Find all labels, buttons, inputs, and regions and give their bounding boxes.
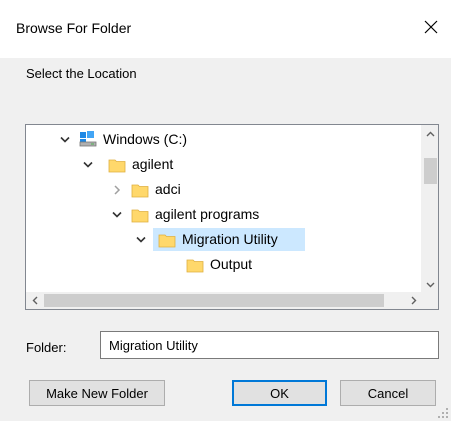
tree-node-label: agilent programs <box>155 206 260 222</box>
folder-label: Folder: <box>26 340 67 355</box>
chevron-down-icon <box>83 161 93 168</box>
resize-grip-icon[interactable] <box>437 407 449 419</box>
drive-icon <box>79 130 97 148</box>
vertical-scroll-thumb[interactable] <box>424 158 437 184</box>
folder-icon <box>186 256 204 274</box>
chevron-left-icon <box>32 296 37 305</box>
folder-icon <box>131 206 149 224</box>
chevron-down-icon <box>112 211 122 218</box>
close-icon <box>424 20 438 34</box>
title-bar: Browse For Folder <box>0 0 451 58</box>
tree-node-migration-utility[interactable]: Migration Utility <box>26 227 422 252</box>
tree-node-label: Output <box>210 256 253 272</box>
tree-node-label: agilent <box>132 156 174 172</box>
expand-toggle[interactable] <box>110 177 124 202</box>
tree-node-windows-c[interactable]: Windows (C:) <box>26 127 422 152</box>
folder-icon <box>131 181 149 199</box>
browse-for-folder-dialog: Browse For Folder Select the Location Wi… <box>0 0 451 421</box>
chevron-up-icon <box>426 131 435 136</box>
folder-icon <box>108 156 126 174</box>
tree-node-output[interactable]: Output <box>26 252 422 277</box>
vertical-scrollbar[interactable] <box>421 125 438 293</box>
make-new-folder-button[interactable]: Make New Folder <box>29 380 165 406</box>
scroll-right-button[interactable] <box>405 292 422 309</box>
ok-button[interactable]: OK <box>232 380 327 406</box>
chevron-right-icon <box>411 296 416 305</box>
horizontal-scrollbar[interactable] <box>26 292 422 309</box>
expand-toggle[interactable] <box>110 202 124 227</box>
close-button[interactable] <box>411 10 451 44</box>
expand-toggle[interactable] <box>134 227 148 252</box>
cancel-button[interactable]: Cancel <box>340 380 436 406</box>
horizontal-scroll-thumb[interactable] <box>44 294 384 307</box>
expand-toggle[interactable] <box>58 127 72 152</box>
dialog-title: Browse For Folder <box>16 20 132 36</box>
scroll-up-button[interactable] <box>422 125 438 142</box>
tree-node-adci[interactable]: adci <box>26 177 422 202</box>
scroll-left-button[interactable] <box>26 292 43 309</box>
chevron-right-icon <box>114 184 121 195</box>
tree-node-label: Migration Utility <box>182 231 278 247</box>
scroll-down-button[interactable] <box>422 276 438 293</box>
chevron-down-icon <box>426 282 435 287</box>
chevron-down-icon <box>60 136 70 143</box>
scrollbar-corner <box>421 292 438 309</box>
chevron-down-icon <box>136 236 146 243</box>
instruction-text: Select the Location <box>26 66 137 81</box>
folder-tree-view[interactable]: Windows (C:) agilent adci agilent progra… <box>25 124 439 310</box>
tree-node-agilent-programs[interactable]: agilent programs <box>26 202 422 227</box>
folder-icon <box>158 231 176 249</box>
tree-node-agilent[interactable]: agilent <box>26 152 422 177</box>
expand-toggle[interactable] <box>81 152 95 177</box>
tree-node-label: Windows (C:) <box>103 131 188 147</box>
folder-name-input[interactable] <box>100 331 439 359</box>
tree-node-label: adci <box>155 181 181 197</box>
